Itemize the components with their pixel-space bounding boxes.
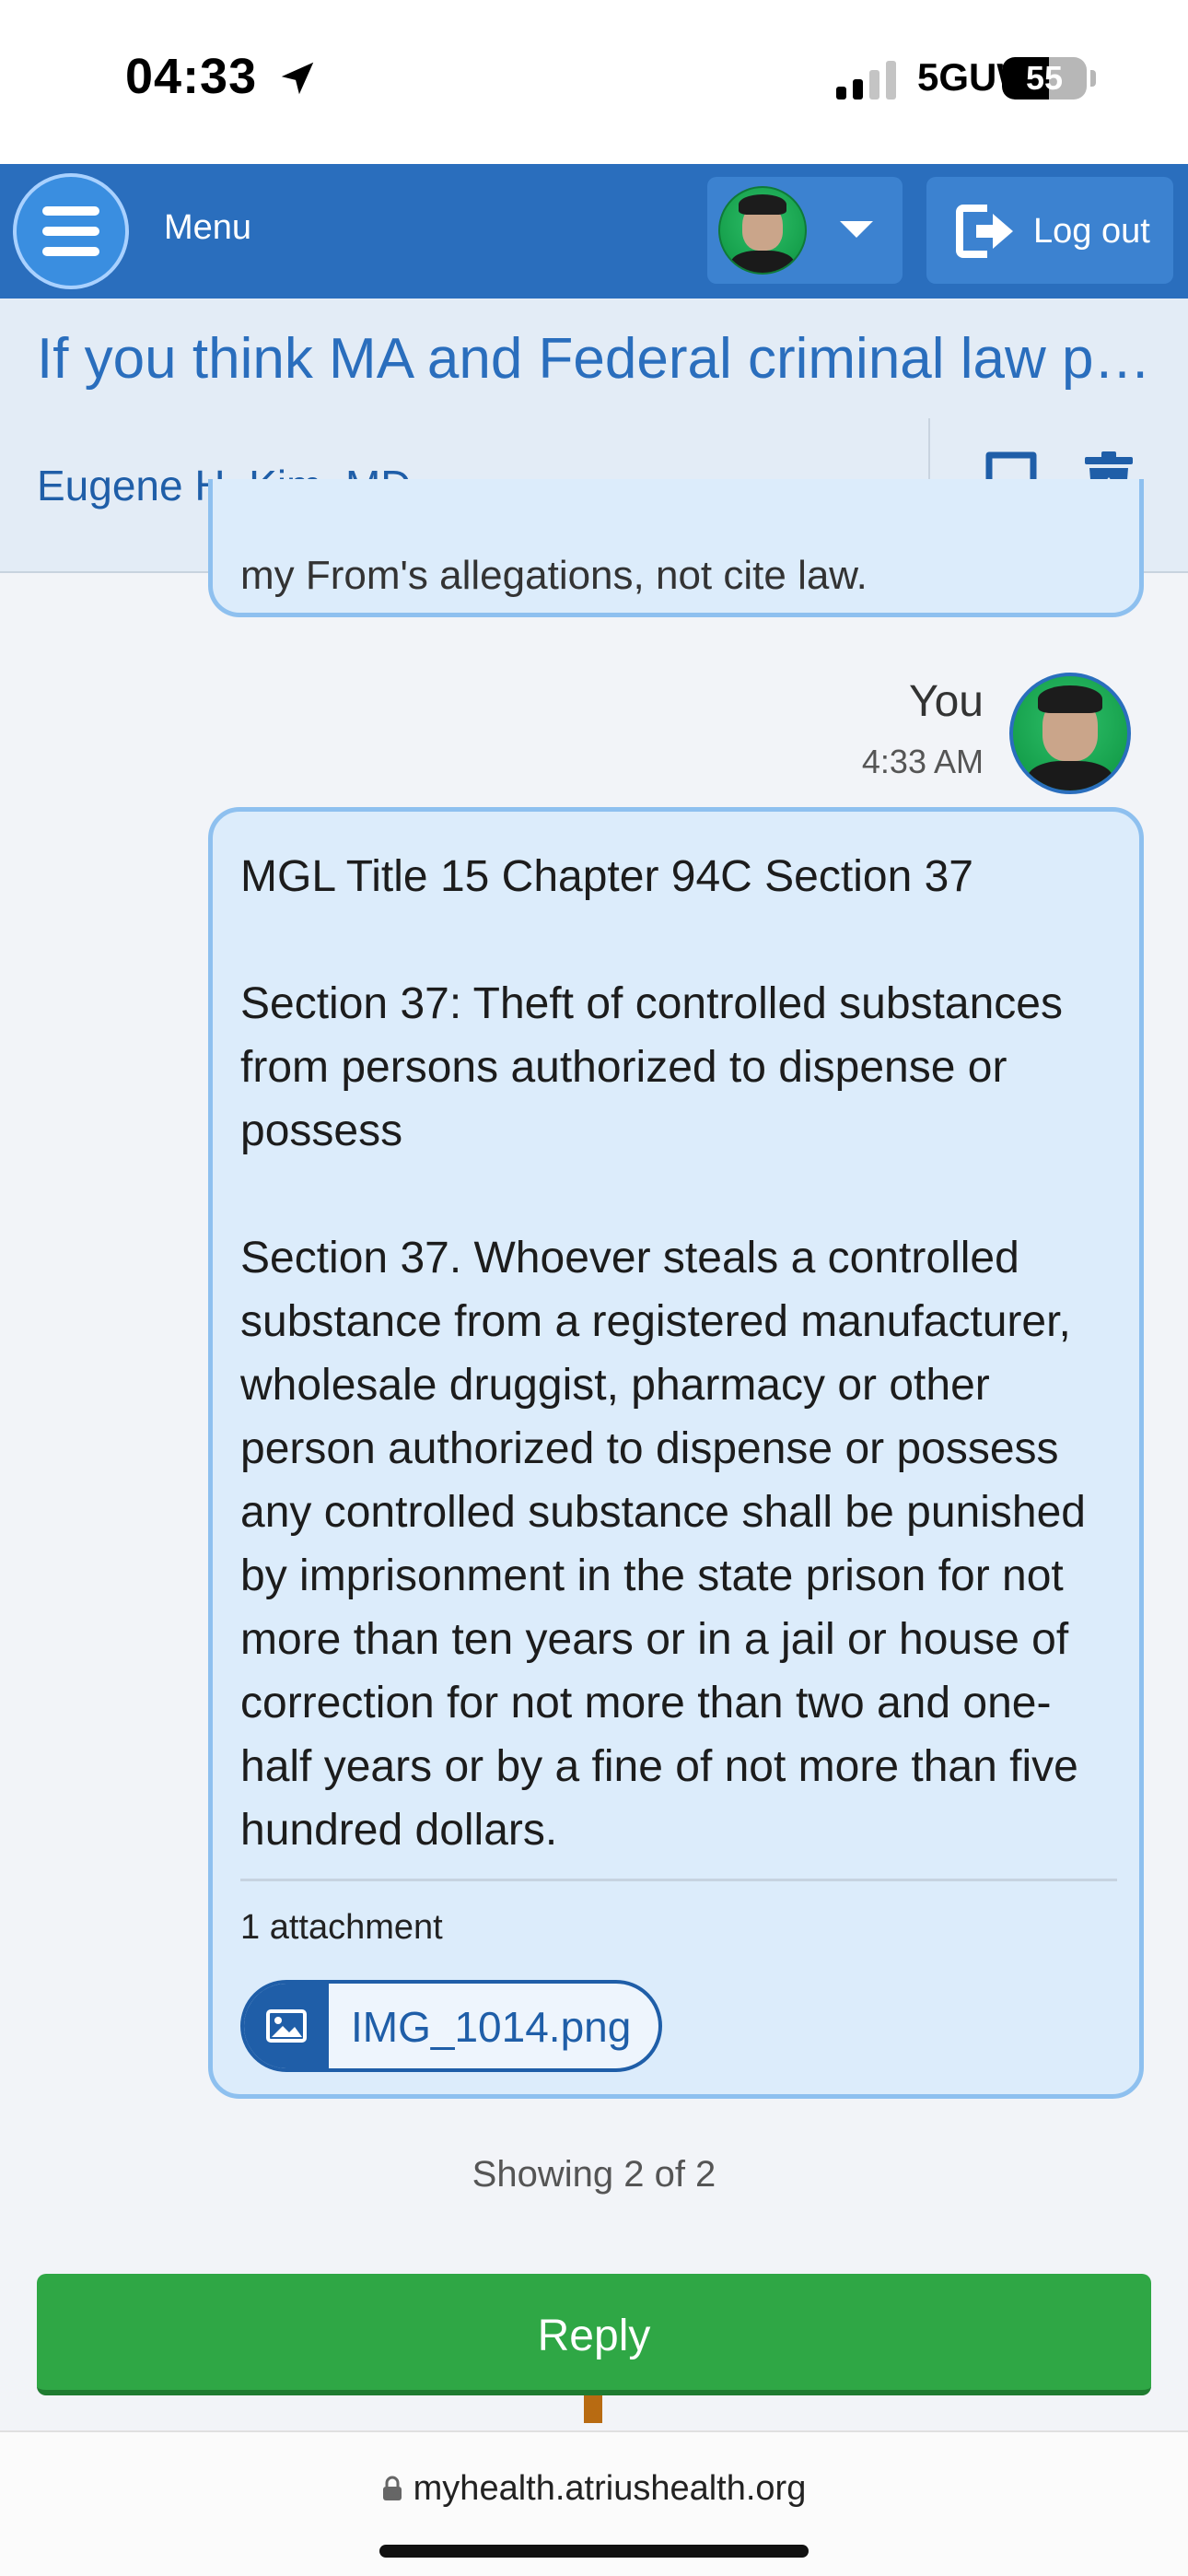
attachment-count: 1 attachment [240,1908,443,1947]
attachment-divider [240,1879,1117,1881]
attachment-link[interactable]: IMG_1014.png [240,1980,662,2072]
feedback-tab[interactable] [584,2395,602,2423]
message-subject: If you think MA and Federal criminal law… [37,327,1160,391]
logout-button[interactable]: Log out [926,177,1173,284]
message-paragraph: Section 37: Theft of controlled substanc… [240,979,1063,1155]
location-arrow-icon [281,62,314,95]
user-avatar [718,186,807,275]
battery-icon: 55 [1002,57,1087,100]
home-indicator [379,2545,809,2558]
status-time: 04:33 [125,49,258,104]
previous-message-text: my From's allegations, not cite law. [240,553,868,598]
battery-percent: 55 [1025,59,1064,97]
url-text: myhealth.atriushealth.org [413,2469,807,2508]
reply-label: Reply [537,2312,651,2360]
attachment-filename: IMG_1014.png [351,2003,632,2051]
app-header: Menu Log out [0,164,1188,299]
reply-button[interactable]: Reply [37,2274,1151,2395]
hamburger-icon [42,206,99,216]
user-menu-dropdown[interactable] [707,177,903,284]
attachment-icon-container [244,1984,329,2068]
message-body: MGL Title 15 Chapter 94C Section 37 Sect… [240,845,1115,1862]
hamburger-icon-bar [42,227,99,236]
logout-label: Log out [1033,212,1150,251]
pagination-status: Showing 2 of 2 [472,2154,716,2195]
battery-tip [1090,70,1096,87]
menu-button[interactable] [13,173,129,289]
image-icon [266,2009,307,2043]
message-bubble: MGL Title 15 Chapter 94C Section 37 Sect… [208,807,1144,2099]
chevron-down-icon [840,221,873,238]
status-bar: 04:33 5GUW 55 [0,0,1188,164]
message-paragraph: MGL Title 15 Chapter 94C Section 37 [240,852,973,901]
sender-avatar [1009,673,1131,794]
cellular-signal-icon [836,61,896,100]
menu-label[interactable]: Menu [164,208,251,248]
message-timestamp: 4:33 AM [861,743,984,780]
hamburger-icon-bar [42,247,99,256]
previous-message-bubble: my From's allegations, not cite law. [208,479,1144,617]
lock-icon [382,2476,402,2500]
logout-icon [956,205,1013,258]
url-row[interactable]: myhealth.atriushealth.org [0,2469,1188,2509]
sender-name: You [909,677,984,726]
message-paragraph: Section 37. Whoever steals a controlled … [240,1234,1086,1855]
